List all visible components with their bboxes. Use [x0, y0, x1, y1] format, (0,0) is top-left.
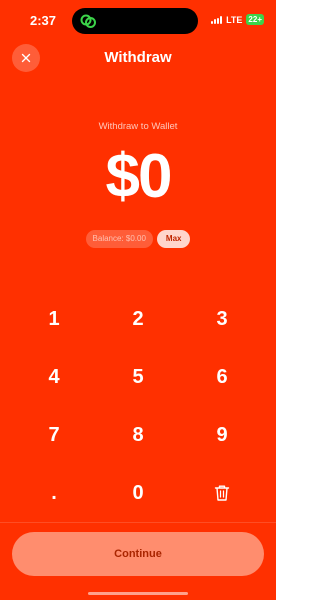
page-title: Withdraw — [104, 49, 172, 66]
balance-row: Balance: $0.00 Max — [0, 230, 276, 248]
delete-key[interactable] — [180, 464, 264, 522]
status-bar: 2:37 LTE 22+ — [0, 0, 276, 40]
key-8[interactable]: 8 — [96, 406, 180, 464]
continue-label: Continue — [114, 548, 162, 560]
key-5[interactable]: 5 — [96, 348, 180, 406]
home-indicator — [88, 592, 188, 595]
status-time: 2:37 — [30, 13, 57, 28]
footer-divider — [0, 522, 276, 523]
withdraw-destination-label: Withdraw to Wallet — [98, 121, 178, 132]
key-4[interactable]: 4 — [12, 348, 96, 406]
key-0[interactable]: 0 — [96, 464, 180, 522]
key-9[interactable]: 9 — [180, 406, 264, 464]
key-3[interactable]: 3 — [180, 290, 264, 348]
status-indicators: LTE 22+ — [211, 14, 264, 25]
trash-icon — [214, 485, 230, 501]
balance-badge: Balance: $0.00 — [85, 230, 153, 248]
key-2[interactable]: 2 — [96, 290, 180, 348]
network-type: LTE — [226, 14, 243, 25]
max-button[interactable]: Max — [156, 230, 191, 248]
withdraw-screen: 2:37 LTE 22+ Withdraw Withdraw to Wallet… — [0, 0, 276, 600]
link-rings-icon — [78, 11, 98, 31]
continue-button[interactable]: Continue — [12, 532, 264, 576]
dynamic-island — [72, 8, 198, 34]
numeric-keypad: 1 2 3 4 5 6 7 8 9 . 0 — [0, 290, 276, 522]
key-decimal[interactable]: . — [12, 464, 96, 522]
battery-indicator: 22+ — [246, 14, 264, 25]
key-7[interactable]: 7 — [12, 406, 96, 464]
amount-display: $0 — [105, 142, 173, 211]
key-1[interactable]: 1 — [12, 290, 96, 348]
signal-icon — [211, 15, 223, 24]
key-6[interactable]: 6 — [180, 348, 264, 406]
